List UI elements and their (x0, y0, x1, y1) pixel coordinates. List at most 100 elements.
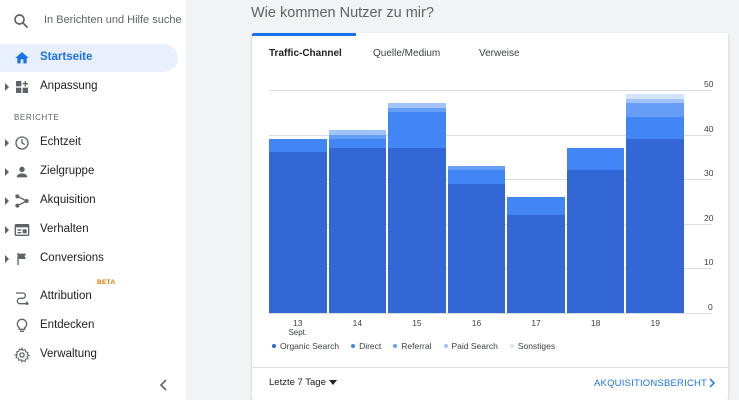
attribution-icon (16, 292, 29, 305)
legend-dot (351, 344, 356, 348)
x-tick-label: 16 (471, 318, 482, 328)
home-icon (15, 52, 29, 64)
search-bar[interactable]: In Berichten und Hilfe suche (0, 0, 186, 40)
bar-segment[interactable] (507, 197, 565, 215)
bar-segment[interactable] (388, 147, 446, 313)
behavior-icon (14, 224, 30, 236)
sidebar-item-anpassung[interactable]: Anpassung (0, 73, 186, 101)
gridline (269, 90, 712, 91)
bar-segment[interactable] (626, 116, 684, 140)
sidebar-item-echtzeit[interactable]: Echtzeit (0, 129, 186, 157)
bar-segment[interactable] (269, 152, 327, 313)
y-tick-label: 10 (704, 257, 714, 267)
person-icon (16, 166, 28, 178)
sidebar-item-label: Verwaltung (40, 348, 97, 360)
x-tick-label: 17 (531, 318, 541, 328)
bar-segment[interactable] (388, 112, 446, 148)
legend-label: Sonstiges (517, 341, 556, 351)
sidebar-item-attribution[interactable]: Attribution BETA (0, 279, 186, 311)
caret-right-icon (5, 255, 9, 263)
legend-label: Organic Search (280, 341, 340, 351)
x-tick-sublabel: Sept. (288, 328, 308, 337)
legend-dot (509, 344, 514, 348)
sidebar-item-startseite[interactable]: Startseite (0, 44, 178, 72)
legend-item: Sonstiges (509, 341, 556, 351)
bar-segment[interactable] (566, 170, 625, 313)
sidebar-item-zielgruppe[interactable]: Zielgruppe (0, 158, 186, 186)
sidebar-item-label: Akquisition (40, 194, 96, 206)
sidebar-item-conversions[interactable]: Conversions (0, 245, 186, 273)
legend-label: Direct (359, 341, 382, 351)
bar-segment[interactable] (447, 183, 506, 313)
sidebar: In Berichten und Hilfe suche Startseite … (0, 0, 186, 400)
sidebar-item-label: Echtzeit (40, 136, 81, 148)
chevron-right-icon[interactable] (709, 378, 715, 388)
sidebar-item-label: Anpassung (40, 80, 98, 92)
legend-item: Direct (351, 341, 381, 351)
bar-segment[interactable] (626, 139, 684, 313)
y-tick-label: 0 (708, 302, 713, 312)
traffic-card: Traffic-Channel Quelle/Medium Verweise 0… (252, 33, 728, 400)
dashboard-icon (16, 81, 28, 93)
sidebar-item-akquisition[interactable]: Akquisition (0, 187, 186, 215)
y-tick-label: 40 (704, 124, 714, 134)
page-title: Wie kommen Nutzer zu mir? (251, 5, 434, 21)
caret-right-icon (5, 168, 9, 176)
section-label: BERICHTE (14, 113, 60, 122)
bar-segment[interactable] (626, 98, 684, 104)
bar-segment[interactable] (388, 103, 446, 108)
sidebar-item-entdecken[interactable]: Entdecken (0, 312, 186, 340)
bar-segment[interactable] (328, 134, 387, 140)
caret-right-icon (5, 139, 9, 147)
caret-down-icon[interactable] (329, 380, 337, 385)
legend-dot (393, 344, 398, 348)
sidebar-item-label: Startseite (40, 51, 93, 63)
search-placeholder: In Berichten und Hilfe suche (44, 14, 182, 26)
beta-badge: BETA (97, 279, 116, 286)
y-tick-label: 50 (704, 79, 714, 89)
x-tick-label: 14 (352, 318, 363, 328)
y-tick-label: 30 (704, 168, 714, 178)
date-range-select[interactable]: Letzte 7 Tage (269, 377, 326, 388)
acquisition-report-link[interactable]: AKQUISITIONSBERICHT (594, 378, 707, 389)
bar-segment[interactable] (328, 139, 387, 148)
bar-segment[interactable] (626, 94, 684, 99)
legend-item: Organic Search (272, 341, 339, 351)
y-tick-label: 20 (704, 213, 714, 223)
sidebar-item-label: Verhalten (40, 223, 89, 235)
lightbulb-icon (16, 318, 28, 332)
search-icon (14, 14, 28, 28)
bar-segment[interactable] (507, 214, 565, 313)
x-tick-label: 15 (412, 318, 422, 328)
card-divider (252, 367, 728, 368)
bar-segment[interactable] (269, 139, 327, 153)
flag-icon (17, 253, 26, 265)
legend-dot (272, 344, 276, 348)
x-tick-label: 18 (590, 318, 601, 328)
sidebar-item-verhalten[interactable]: Verhalten (0, 216, 186, 244)
legend-item: Paid Search (443, 341, 498, 351)
bar-segment[interactable] (388, 107, 446, 113)
sidebar-item-label: Zielgruppe (40, 165, 95, 177)
chevron-left-icon[interactable] (158, 378, 170, 392)
sidebar-item-label: Entdecken (40, 319, 95, 331)
gridline (269, 313, 712, 314)
legend-label: Paid Search (451, 341, 498, 351)
x-tick-label: 19 (650, 318, 660, 328)
legend-label: Referral (401, 341, 432, 351)
caret-right-icon (5, 197, 9, 205)
caret-right-icon (5, 226, 9, 234)
legend-dot (443, 344, 448, 348)
bar-segment[interactable] (328, 147, 387, 313)
clock-icon (15, 136, 29, 150)
legend-item: Referral (393, 341, 432, 351)
sidebar-item-label: Conversions (40, 252, 104, 264)
bar-segment[interactable] (328, 130, 387, 135)
sidebar-item-verwaltung[interactable]: Verwaltung (0, 341, 186, 369)
gear-icon (14, 347, 30, 363)
caret-right-icon (5, 83, 9, 91)
bar-segment[interactable] (566, 147, 625, 171)
bar-segment[interactable] (447, 165, 506, 171)
bar-segment[interactable] (447, 170, 506, 184)
bar-segment[interactable] (626, 103, 684, 117)
